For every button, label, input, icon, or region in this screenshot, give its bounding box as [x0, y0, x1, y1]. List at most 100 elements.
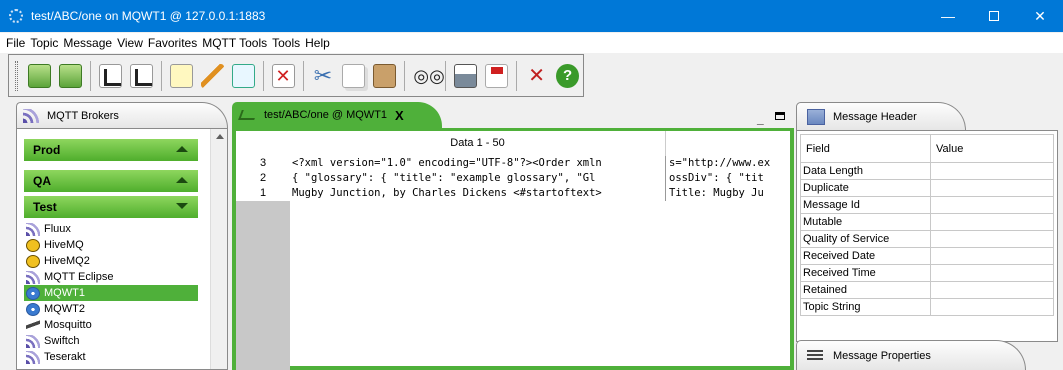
- table-row[interactable]: Data Length: [800, 162, 1054, 180]
- value-cell: [930, 162, 1054, 180]
- field-cell: Quality of Service: [800, 230, 931, 248]
- menu-file[interactable]: File: [6, 36, 25, 50]
- menu-view[interactable]: View: [117, 36, 143, 50]
- disconnect-icon[interactable]: [58, 63, 82, 88]
- value-cell: [930, 298, 1054, 316]
- menu-help[interactable]: Help: [305, 36, 330, 50]
- menu-message[interactable]: Message: [63, 36, 112, 50]
- edit-icon[interactable]: [200, 63, 224, 88]
- broker-item-mqwt2[interactable]: MQWT2: [24, 301, 198, 317]
- panel-minimize-button[interactable]: _: [757, 112, 764, 126]
- cut-icon[interactable]: ✂: [312, 63, 335, 88]
- table-row[interactable]: <?xml version="1.0" encoding="UTF-8"?><O…: [290, 156, 790, 171]
- data-column-header-2[interactable]: [666, 131, 790, 156]
- globe-icon: [26, 302, 40, 316]
- subscribe-icon[interactable]: [98, 63, 122, 88]
- broker-item-hivemq2[interactable]: HiveMQ2: [24, 253, 198, 269]
- connect-icon[interactable]: [27, 63, 51, 88]
- pdf-icon[interactable]: [485, 63, 509, 88]
- column-header-value[interactable]: Value: [930, 134, 1054, 163]
- find-icon[interactable]: ◎◎: [413, 64, 444, 88]
- broker-item-hivemq[interactable]: HiveMQ: [24, 237, 198, 253]
- field-cell: Received Date: [800, 247, 931, 265]
- column-header-field[interactable]: Field: [800, 134, 931, 163]
- broker-item-mqtt-eclipse[interactable]: MQTT Eclipse: [24, 269, 198, 285]
- table-row[interactable]: Topic String: [800, 298, 1054, 316]
- hive-icon: [26, 254, 40, 268]
- gutter-header: [236, 131, 290, 156]
- table-row[interactable]: Quality of Service: [800, 230, 1054, 248]
- group-qa[interactable]: QA: [24, 170, 198, 192]
- broker-item-mosquitto[interactable]: Mosquitto: [24, 317, 198, 333]
- close-button[interactable]: ✕: [1017, 0, 1063, 32]
- copy-icon[interactable]: [342, 63, 366, 88]
- table-row[interactable]: Mutable: [800, 213, 1054, 231]
- brokers-tab[interactable]: MQTT Brokers: [16, 102, 228, 128]
- table-row[interactable]: { "glossary": { "title": "example glossa…: [290, 171, 790, 186]
- minimize-button[interactable]: —: [925, 0, 971, 32]
- topic-tab[interactable]: test/ABC/one @ MQWT1 X: [232, 102, 442, 128]
- table-row[interactable]: Received Time: [800, 264, 1054, 282]
- table-row[interactable]: Received Date: [800, 247, 1054, 265]
- data-cell[interactable]: <?xml version="1.0" encoding="UTF-8"?><O…: [292, 156, 666, 171]
- data-cell[interactable]: Title: Mugby Ju: [667, 186, 790, 201]
- collapse-icon[interactable]: [176, 146, 188, 152]
- message-header-tab-label: Message Header: [833, 110, 917, 123]
- data-cell[interactable]: ossDiv": { "tit: [667, 171, 790, 186]
- menu-favorites[interactable]: Favorites: [148, 36, 197, 50]
- send-icon[interactable]: [231, 63, 255, 88]
- broker-item-teserakt[interactable]: Teserakt: [24, 349, 198, 365]
- paste-icon[interactable]: [373, 63, 397, 88]
- broker-icon: [26, 270, 40, 284]
- message-header-panel: Message Header Field Value Data Length D…: [796, 102, 1058, 342]
- close-tab-icon[interactable]: X: [395, 108, 404, 123]
- menu-topic[interactable]: Topic: [30, 36, 58, 50]
- scroll-up-icon[interactable]: [216, 134, 224, 139]
- maximize-button[interactable]: [971, 0, 1017, 32]
- table-header-row: Field Value: [800, 134, 1054, 163]
- table-row[interactable]: Retained: [800, 281, 1054, 299]
- broker-label: HiveMQ: [44, 239, 84, 251]
- broker-label: MQWT1: [44, 287, 85, 299]
- broker-icon: [23, 108, 39, 123]
- maximize-icon: [989, 11, 999, 21]
- title-bar: test/ABC/one on MQWT1 @ 127.0.0.1:1883 —…: [0, 0, 1063, 32]
- field-cell: Data Length: [800, 162, 931, 180]
- brokers-panel: MQTT Brokers Prod QA Test Fluux HiveMQ H…: [16, 102, 228, 370]
- message-header-table: Field Value Data Length Duplicate Messag…: [800, 134, 1054, 316]
- broker-item-fluux[interactable]: Fluux: [24, 221, 198, 237]
- data-cell[interactable]: { "glossary": { "title": "example glossa…: [292, 171, 666, 186]
- value-cell: [930, 179, 1054, 197]
- message-properties-tab[interactable]: Message Properties: [796, 340, 1026, 370]
- expand-icon[interactable]: [176, 203, 188, 209]
- group-label: Prod: [33, 143, 61, 157]
- group-prod[interactable]: Prod: [24, 139, 198, 161]
- toolbar-separator: [516, 60, 518, 91]
- broker-item-mqwt1[interactable]: MQWT1: [24, 285, 198, 301]
- field-cell: Duplicate: [800, 179, 931, 197]
- toolbar-grip[interactable]: [15, 60, 18, 91]
- new-icon[interactable]: [169, 63, 193, 88]
- data-cell[interactable]: s="http://www.ex: [667, 156, 790, 171]
- brokers-scrollbar[interactable]: [210, 129, 227, 369]
- menu-bar: File Topic Message View Favorites MQTT T…: [0, 33, 1063, 53]
- message-header-tab[interactable]: Message Header: [796, 102, 966, 130]
- table-row[interactable]: Mugby Junction, by Charles Dickens <#sta…: [290, 186, 790, 201]
- menu-mqtt-tools[interactable]: MQTT Tools: [202, 36, 267, 50]
- tools-icon[interactable]: ✕: [525, 64, 548, 88]
- brokers-list: Prod QA Test Fluux HiveMQ HiveMQ2 MQTT E…: [16, 128, 228, 370]
- data-column-header[interactable]: Data 1 - 50: [290, 131, 666, 156]
- table-row[interactable]: Duplicate: [800, 179, 1054, 197]
- data-cell[interactable]: Mugby Junction, by Charles Dickens <#sta…: [292, 186, 666, 201]
- broker-item-swiftch[interactable]: Swiftch: [24, 333, 198, 349]
- group-test[interactable]: Test: [24, 196, 198, 218]
- publish-icon[interactable]: [129, 63, 153, 88]
- collapse-icon[interactable]: [176, 177, 188, 183]
- broker-label: Mosquitto: [44, 319, 92, 331]
- table-row[interactable]: Message Id: [800, 196, 1054, 214]
- help-icon[interactable]: ?: [556, 63, 580, 88]
- print-icon[interactable]: [454, 63, 478, 88]
- panel-maximize-button[interactable]: [775, 112, 785, 120]
- delete-icon[interactable]: ✕: [271, 63, 295, 88]
- menu-tools[interactable]: Tools: [272, 36, 300, 50]
